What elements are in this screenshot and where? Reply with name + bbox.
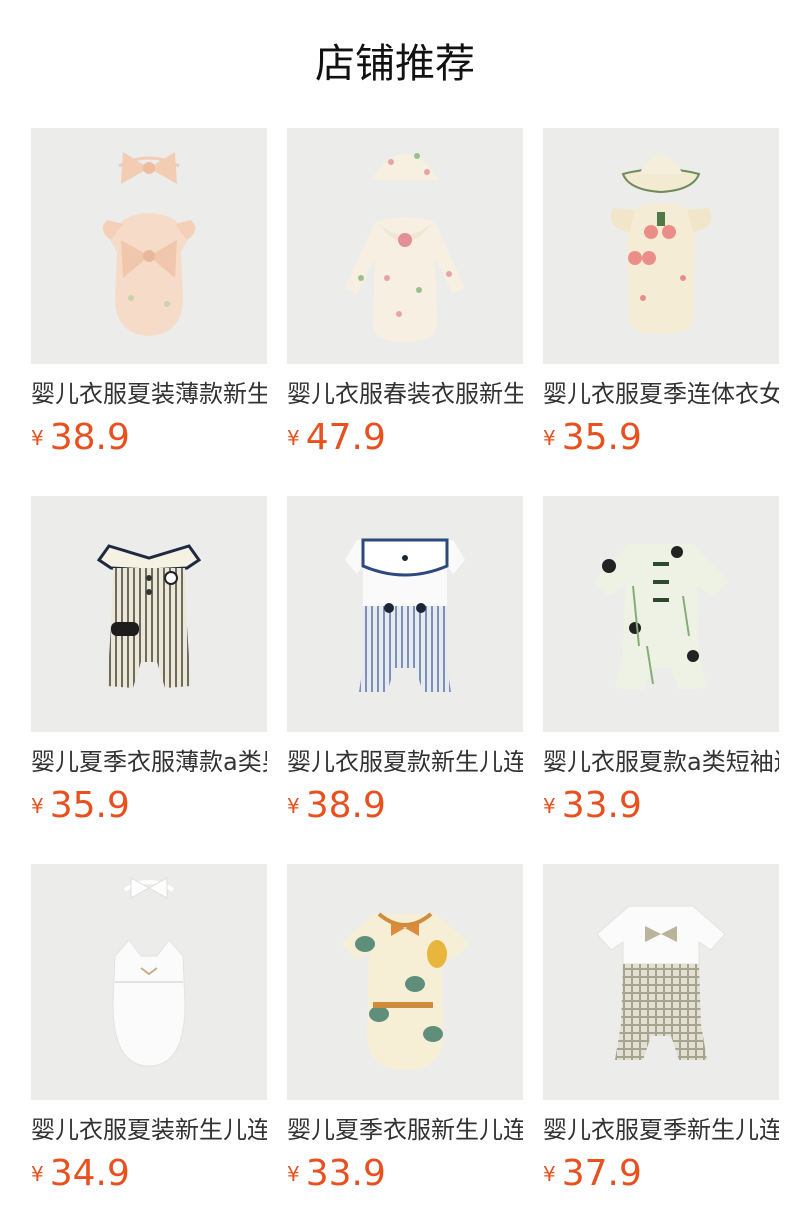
product-image[interactable]: [31, 864, 267, 1100]
product-price: ¥35.9: [543, 418, 642, 458]
product-name[interactable]: 婴儿衣服夏款a类短袖连体: [543, 746, 779, 778]
product-image[interactable]: [287, 128, 523, 364]
product-price: ¥47.9: [287, 418, 386, 458]
product-card[interactable]: 婴儿夏季衣服薄款a类男宝 ¥35.9: [31, 496, 267, 864]
currency-symbol: ¥: [31, 426, 44, 450]
currency-symbol: ¥: [543, 426, 556, 450]
product-card[interactable]: 婴儿衣服夏装新生儿连体 ¥34.9: [31, 864, 267, 1232]
product-name[interactable]: 婴儿夏季衣服新生儿连体: [287, 1114, 523, 1146]
price-value: 35.9: [49, 785, 130, 826]
product-card[interactable]: 婴儿衣服夏装薄款新生儿 ¥38.9: [31, 128, 267, 496]
product-name[interactable]: 婴儿衣服夏季连体衣女宝: [543, 378, 779, 410]
product-grid: 婴儿衣服夏装薄款新生儿 ¥38.9: [31, 128, 790, 1232]
price-value: 47.9: [305, 417, 386, 458]
product-name[interactable]: 婴儿夏季衣服薄款a类男宝: [31, 746, 267, 778]
product-image[interactable]: [543, 864, 779, 1100]
price-value: 33.9: [561, 785, 642, 826]
product-image[interactable]: [287, 496, 523, 732]
product-card[interactable]: 婴儿衣服夏季连体衣女宝 ¥35.9: [543, 128, 779, 496]
currency-symbol: ¥: [543, 1162, 556, 1186]
price-value: 35.9: [561, 417, 642, 458]
product-card[interactable]: 婴儿衣服夏季新生儿连体 ¥37.9: [543, 864, 779, 1232]
product-image[interactable]: [543, 128, 779, 364]
price-value: 37.9: [561, 1153, 642, 1194]
currency-symbol: ¥: [287, 426, 300, 450]
product-price: ¥38.9: [287, 786, 386, 826]
product-card[interactable]: 婴儿夏季衣服新生儿连体 ¥33.9: [287, 864, 523, 1232]
product-price: ¥34.9: [31, 1154, 130, 1194]
product-price: ¥35.9: [31, 786, 130, 826]
product-price: ¥37.9: [543, 1154, 642, 1194]
currency-symbol: ¥: [287, 794, 300, 818]
product-card[interactable]: 婴儿衣服夏款新生儿连体 ¥38.9: [287, 496, 523, 864]
currency-symbol: ¥: [31, 1162, 44, 1186]
product-card[interactable]: 婴儿衣服夏款a类短袖连体 ¥33.9: [543, 496, 779, 864]
product-price: ¥33.9: [543, 786, 642, 826]
page-title: 店铺推荐: [315, 41, 475, 87]
product-name[interactable]: 婴儿衣服春装衣服新生儿: [287, 378, 523, 410]
product-price: ¥33.9: [287, 1154, 386, 1194]
product-image[interactable]: [31, 128, 267, 364]
product-name[interactable]: 婴儿衣服夏款新生儿连体: [287, 746, 523, 778]
product-name[interactable]: 婴儿衣服夏装新生儿连体: [31, 1114, 267, 1146]
product-image[interactable]: [543, 496, 779, 732]
product-card[interactable]: 婴儿衣服春装衣服新生儿 ¥47.9: [287, 128, 523, 496]
currency-symbol: ¥: [543, 794, 556, 818]
product-name[interactable]: 婴儿衣服夏季新生儿连体: [543, 1114, 779, 1146]
product-name[interactable]: 婴儿衣服夏装薄款新生儿: [31, 378, 267, 410]
currency-symbol: ¥: [287, 1162, 300, 1186]
price-value: 34.9: [49, 1153, 130, 1194]
product-image[interactable]: [287, 864, 523, 1100]
product-image[interactable]: [31, 496, 267, 732]
currency-symbol: ¥: [31, 794, 44, 818]
price-value: 33.9: [305, 1153, 386, 1194]
price-value: 38.9: [305, 785, 386, 826]
product-price: ¥38.9: [31, 418, 130, 458]
price-value: 38.9: [49, 417, 130, 458]
